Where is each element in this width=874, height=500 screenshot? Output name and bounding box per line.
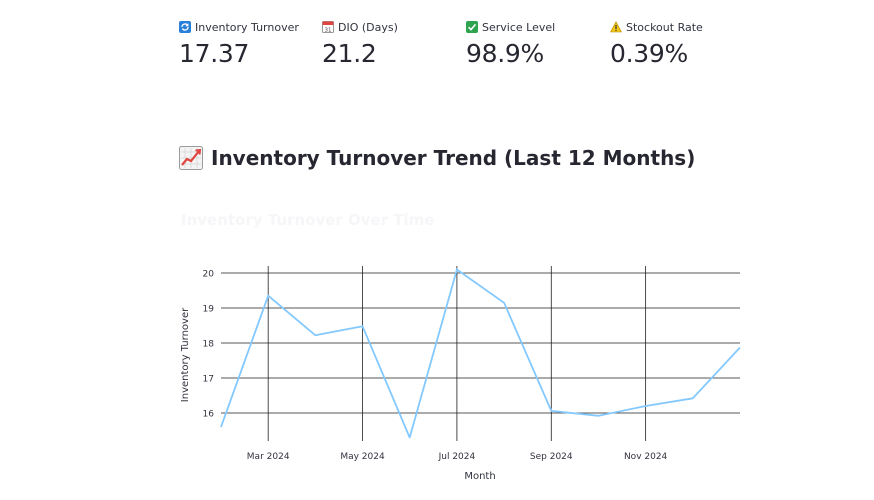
data-point[interactable]	[595, 413, 601, 419]
x-axis-label: Month	[464, 471, 495, 482]
data-point[interactable]	[548, 408, 554, 414]
data-point[interactable]	[690, 395, 696, 401]
data-point[interactable]	[737, 345, 743, 351]
y-tick-label: 19	[203, 305, 215, 315]
y-tick-label: 20	[203, 270, 215, 280]
data-point[interactable]	[312, 332, 318, 338]
data-point[interactable]	[643, 403, 649, 409]
y-tick-label: 18	[203, 340, 215, 350]
y-tick-label: 16	[203, 410, 215, 420]
y-axis-label: Inventory Turnover	[180, 307, 191, 402]
x-tick-label: Jul 2024	[438, 452, 476, 462]
x-tick-label: Mar 2024	[247, 452, 290, 462]
series-line-0	[220, 268, 741, 439]
x-tick-label: Sep 2024	[530, 452, 573, 462]
x-tick-label: Nov 2024	[624, 452, 668, 462]
data-point[interactable]	[218, 424, 224, 430]
data-point[interactable]	[454, 267, 460, 273]
data-point[interactable]	[501, 300, 507, 306]
data-point[interactable]	[265, 293, 271, 299]
data-point[interactable]	[360, 323, 366, 329]
x-tick-label: May 2024	[340, 452, 385, 462]
y-tick-label: 17	[203, 375, 214, 385]
turnover-line-chart: 16 17 18 19 20 Mar 2024 May 2024 Jul 2024 Sep 20…	[180, 266, 743, 482]
data-point[interactable]	[407, 435, 413, 441]
